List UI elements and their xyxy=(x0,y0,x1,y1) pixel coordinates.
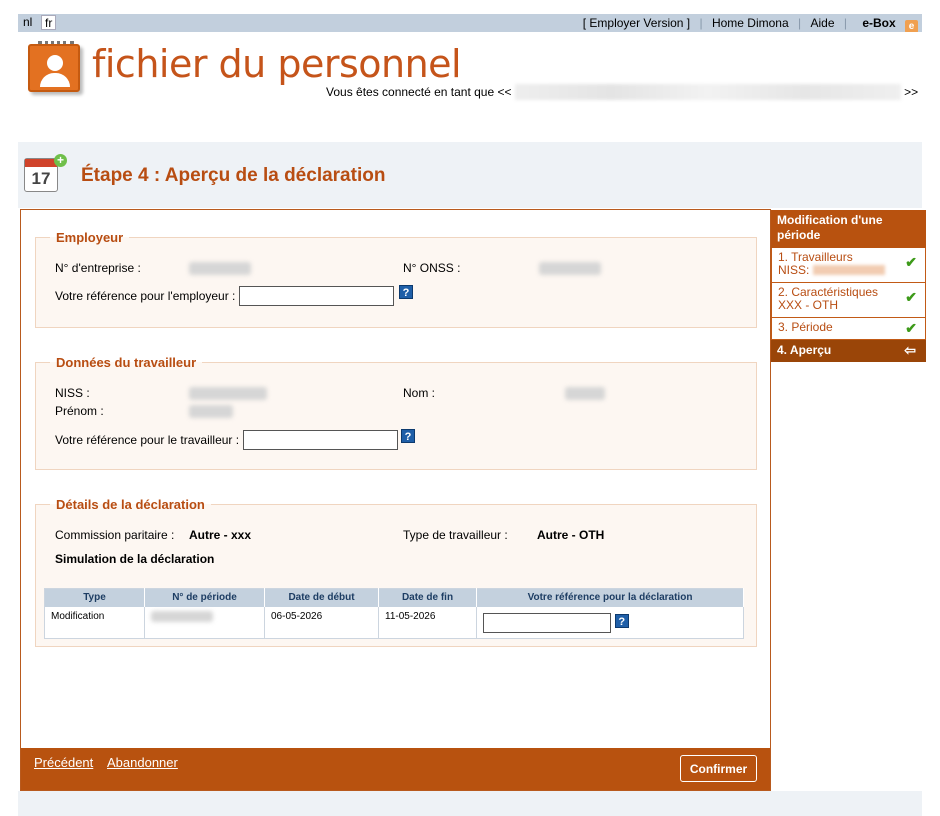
table-row: Modification 06-05-2026 11-05-2026 ? xyxy=(44,606,744,639)
details-section: Détails de la déclaration Commission par… xyxy=(35,497,757,647)
help-icon[interactable]: ? xyxy=(401,429,415,443)
sidebar-item-sub: NISS: xyxy=(778,263,810,277)
worker-type-value: Autre - OTH xyxy=(537,528,605,542)
sidebar-item-apercu[interactable]: 4. Aperçu ⇦ xyxy=(771,340,926,362)
language-fr-link[interactable]: fr xyxy=(41,15,57,30)
action-bar: Précédent Abandonner Confirmer xyxy=(21,748,770,790)
main-panel: Employeur N° d'entreprise : N° ONSS : Vo… xyxy=(20,209,771,791)
connected-prefix: Vous êtes connecté en tant que << xyxy=(326,85,512,99)
previous-link[interactable]: Précédent xyxy=(34,755,93,770)
check-icon: ✔ xyxy=(905,254,917,270)
calendar-day: 17 xyxy=(31,169,51,188)
steps-sidebar: Modification d'une période 1. Travailleu… xyxy=(771,210,926,362)
redacted-niss xyxy=(812,265,885,275)
declaration-table: Type N° de période Date de début Date de… xyxy=(44,588,744,639)
sidebar-title: Modification d'une période xyxy=(771,210,926,248)
column-header: Date de fin xyxy=(378,588,477,607)
worker-reference-label: Votre référence pour le travailleur : xyxy=(55,433,240,447)
header: fichier du personnel Vous êtes connecté … xyxy=(18,32,922,142)
worker-reference-input[interactable] xyxy=(243,430,398,450)
declaration-reference-input[interactable] xyxy=(483,612,611,633)
abandon-link[interactable]: Abandonner xyxy=(107,755,178,770)
sidebar-item-periode[interactable]: 3. Période ✔ xyxy=(771,318,926,340)
separator: | xyxy=(798,16,802,30)
prenom-label: Prénom : xyxy=(55,404,104,418)
entreprise-label: N° d'entreprise : xyxy=(55,261,141,275)
commission-label: Commission paritaire : xyxy=(55,528,175,542)
worker-type-label: Type de travailleur : xyxy=(403,528,508,542)
redacted-niss xyxy=(189,387,267,400)
top-navigation: [ Employer Version ] | Home Dimona | Aid… xyxy=(577,14,918,33)
ebox-link[interactable]: e-Box e xyxy=(856,16,918,33)
confirm-button[interactable]: Confirmer xyxy=(680,755,757,782)
redacted-nom xyxy=(565,387,605,400)
travailleur-section: Données du travailleur NISS : Nom : Prén… xyxy=(35,355,757,470)
redacted-prenom xyxy=(189,405,233,418)
table-header-row: Type N° de période Date de début Date de… xyxy=(44,588,744,607)
separator: | xyxy=(699,16,703,30)
column-header: Date de début xyxy=(264,588,379,607)
onss-label: N° ONSS : xyxy=(403,261,461,275)
add-icon: + xyxy=(54,154,67,167)
sidebar-item-caracteristiques[interactable]: 2. Caractéristiques XXX - OTH ✔ xyxy=(771,283,926,318)
employer-reference-input[interactable] xyxy=(239,286,394,306)
connected-suffix: >> xyxy=(904,85,919,99)
simulation-title: Simulation de la déclaration xyxy=(55,552,215,566)
separator: | xyxy=(843,16,847,30)
language-nl-link[interactable]: nl xyxy=(20,15,35,30)
section-title: Données du travailleur xyxy=(56,355,197,370)
redacted-user-name xyxy=(514,84,901,100)
declaration-reference-cell: ? xyxy=(476,606,744,639)
redacted-onss-number xyxy=(539,262,601,275)
ebox-label: e-Box xyxy=(862,16,896,30)
home-dimona-link[interactable]: Home Dimona xyxy=(712,16,789,30)
end-date-cell: 11-05-2026 xyxy=(378,606,477,639)
app-title: fichier du personnel xyxy=(92,42,462,86)
commission-value: Autre - xxx xyxy=(189,528,252,542)
employer-version-link[interactable]: [ Employer Version ] xyxy=(583,16,690,30)
check-icon: ✔ xyxy=(905,289,917,305)
sidebar-item-sub: XXX - OTH xyxy=(778,298,839,312)
page-title: Étape 4 : Aperçu de la déclaration xyxy=(81,165,386,186)
type-cell: Modification xyxy=(44,606,145,639)
column-header: N° de période xyxy=(144,588,265,607)
column-header: Votre référence pour la déclaration xyxy=(476,588,744,607)
sidebar-item-label: 4. Aperçu xyxy=(777,343,832,357)
section-title: Détails de la déclaration xyxy=(56,497,205,512)
help-icon[interactable]: ? xyxy=(614,614,629,628)
nom-label: Nom : xyxy=(403,386,436,400)
top-bar: nl fr [ Employer Version ] | Home Dimona… xyxy=(18,14,922,33)
section-title: Employeur xyxy=(56,230,124,245)
calendar-icon: 17 xyxy=(24,158,58,192)
personnel-logo-icon xyxy=(28,41,80,92)
period-number-cell xyxy=(144,606,265,639)
sidebar-item-travailleurs[interactable]: 1. Travailleurs NISS: ✔ xyxy=(771,248,926,283)
start-date-cell: 06-05-2026 xyxy=(264,606,379,639)
redacted-entreprise-number xyxy=(189,262,251,275)
niss-label: NISS : xyxy=(55,386,90,400)
connected-as-text: Vous êtes connecté en tant que << >> xyxy=(326,84,918,100)
aide-link[interactable]: Aide xyxy=(810,16,834,30)
help-icon[interactable]: ? xyxy=(399,285,413,299)
check-icon: ✔ xyxy=(905,320,917,336)
sidebar-item-label: 3. Période xyxy=(778,320,833,334)
employeur-section: Employeur N° d'entreprise : N° ONSS : Vo… xyxy=(35,230,757,328)
column-header: Type xyxy=(44,588,145,607)
employer-reference-label: Votre référence pour l'employeur : xyxy=(55,289,236,303)
page-heading: 17 + Étape 4 : Aperçu de la déclaration xyxy=(18,142,922,208)
arrow-left-icon: ⇦ xyxy=(904,342,916,358)
redacted-period-number xyxy=(151,610,213,622)
page-footer-strip xyxy=(18,791,922,816)
